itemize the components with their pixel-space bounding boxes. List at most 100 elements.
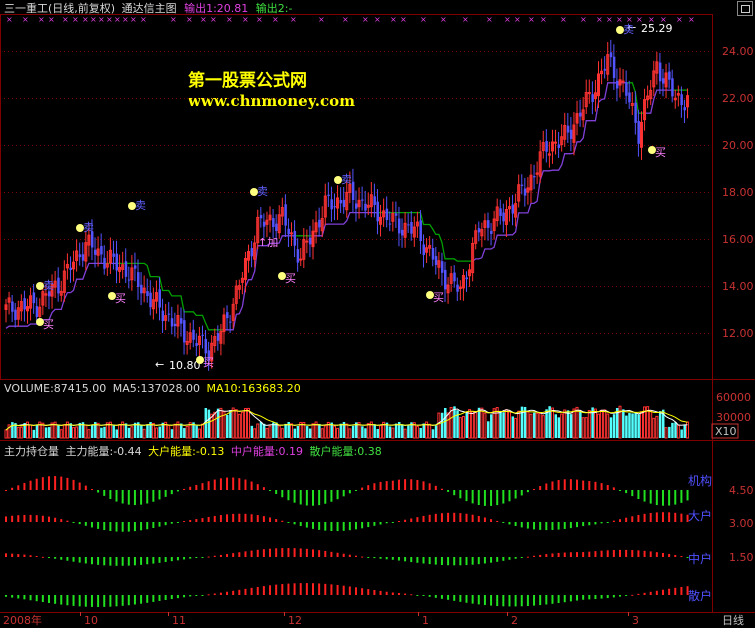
candle-body-down <box>183 320 186 343</box>
energy-bar-positive <box>262 516 265 522</box>
energy-bar-positive <box>612 487 615 490</box>
energy-bar-positive <box>293 548 296 557</box>
energy-bar-positive <box>47 516 50 522</box>
energy-bar-positive <box>262 549 265 557</box>
energy-bar-negative <box>146 522 149 530</box>
energy-bar-negative <box>526 490 529 493</box>
energy-bar-positive <box>189 519 192 522</box>
energy-bar-negative <box>201 595 204 596</box>
volume-bar-down <box>183 428 186 438</box>
energy-bar-positive <box>361 487 364 490</box>
energy-bar-positive <box>569 479 572 490</box>
energy-bar-positive <box>588 551 591 557</box>
energy-bar-negative <box>72 522 75 523</box>
energy-bar-negative <box>354 522 357 530</box>
energy-bar-negative <box>158 522 161 527</box>
energy-bar-negative <box>121 490 124 504</box>
energy-bar-positive <box>41 477 44 490</box>
energy-bar-negative <box>140 557 143 565</box>
volume-bar-down <box>566 410 570 438</box>
chart-grid <box>0 14 755 613</box>
candle-body-up <box>290 232 294 235</box>
candle-body-down <box>100 246 103 255</box>
candle-body-up <box>299 258 303 261</box>
volume-bar-down <box>318 423 321 438</box>
energy-bar-positive <box>226 591 229 595</box>
energy-bar-negative <box>496 595 499 607</box>
energy-bar-negative <box>305 522 308 528</box>
energy-bar-negative <box>625 490 628 494</box>
energy-bar-negative <box>447 595 450 600</box>
energy-bar-negative <box>551 595 554 604</box>
energy-bar-negative <box>84 557 87 564</box>
candle-body-down <box>342 199 346 208</box>
energy-bar-positive <box>238 513 241 522</box>
date-label: 1 <box>422 614 429 627</box>
energy-bar-negative <box>496 557 499 562</box>
volume-bar-up <box>403 428 407 439</box>
candle-body-down <box>112 253 115 257</box>
energy-bar-positive <box>324 583 327 595</box>
energy-bar-negative <box>459 595 462 602</box>
energy-bar-positive <box>680 586 683 595</box>
energy-bar-negative <box>348 490 351 494</box>
energy-bar-negative <box>47 557 50 558</box>
energy-bar-positive <box>625 549 628 557</box>
energy-bar-negative <box>281 490 284 498</box>
energy-bar-negative <box>440 557 443 566</box>
signal-x-mark: × <box>596 15 603 24</box>
volume-bar-down <box>434 425 438 438</box>
volume-bar-up <box>247 407 251 439</box>
energy-bar-negative <box>619 595 621 597</box>
energy-bar-positive <box>54 476 57 490</box>
energy-bar-negative <box>440 595 443 599</box>
energy-bar-positive <box>373 590 376 595</box>
candle-body-down <box>229 321 232 323</box>
energy-indicator-name[interactable]: 主力持仓量 <box>4 445 59 458</box>
energy-bar-negative <box>588 522 591 526</box>
energy-bar-positive <box>342 553 345 557</box>
volume-bar-down <box>579 410 582 438</box>
trail-segment-up <box>644 89 673 114</box>
energy-bar-positive <box>213 555 216 557</box>
volume-bar-up <box>118 423 122 439</box>
energy-bar-negative <box>520 557 523 558</box>
candle-body-down <box>680 94 683 106</box>
volume-bar-down <box>625 415 628 438</box>
energy-bar-positive <box>637 550 640 557</box>
volume-bar-up <box>517 410 521 439</box>
energy-bar-negative <box>367 557 370 558</box>
candle-body-down <box>127 279 131 281</box>
stock-chart[interactable]: 24.00 22.00 20.00 18.00 16.00 14.00 12.0… <box>0 0 755 628</box>
energy-bar-negative <box>127 557 130 566</box>
candle-body-down <box>394 213 398 216</box>
energy-bar-negative <box>551 522 554 530</box>
energy-bar-positive <box>649 591 652 595</box>
signal-x-mark: × <box>504 15 511 24</box>
signal-x-mark: × <box>362 15 369 24</box>
energy-bar-negative <box>121 557 124 566</box>
volume-bar-down <box>179 423 183 438</box>
candle-body-down <box>419 220 422 242</box>
price-tick: 20.00 <box>722 139 754 152</box>
energy-bar-negative <box>539 595 542 606</box>
energy-bar-positive <box>275 584 278 595</box>
candle-body-down <box>201 334 204 336</box>
candle-body-down <box>410 221 413 234</box>
energy-bar-negative <box>594 595 597 600</box>
energy-bar-positive <box>244 588 247 595</box>
energy-bar-positive <box>649 512 652 522</box>
candle-body-down <box>158 289 161 308</box>
energy-bar-positive <box>213 479 216 490</box>
candle-body-down <box>124 261 128 277</box>
candle-body-down <box>499 208 502 216</box>
energy-bar-negative <box>133 490 136 506</box>
period-button[interactable]: 日线 <box>722 613 744 627</box>
energy-bar-positive <box>668 553 671 557</box>
candle-body-down <box>318 219 321 228</box>
energy-bar-negative <box>146 557 149 565</box>
energy-bar-positive <box>588 481 591 490</box>
energy-bar-negative <box>453 595 456 601</box>
energy-bar-positive <box>189 486 192 490</box>
energy-bar-positive <box>226 477 229 490</box>
